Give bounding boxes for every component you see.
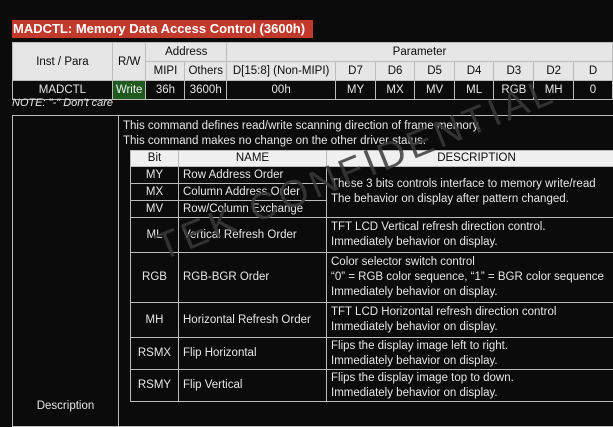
desc-col-header: DESCRIPTION [327,151,613,167]
bit-header-d7: D7 [336,62,376,81]
bit-header-d2: D2 [534,62,574,81]
mipi-header: MIPI [146,62,185,81]
desc-cell: Flips the display image left to right. I… [327,338,613,370]
desc-line: TFT LCD Vertical refresh direction contr… [331,220,613,235]
mipi-value: 36h [146,81,185,100]
desc-line: Immediately behavior on display. [331,235,613,250]
bit-header-d5: D5 [415,62,455,81]
desc-line: Immediately behavior on display. [331,285,613,300]
bit-header-d4: D4 [454,62,493,81]
intro-line-1: This command defines read/write scanning… [123,120,481,132]
bit-value-d4: ML [454,81,493,100]
bit-value-d2: MH [534,81,574,100]
desc-cell: TFT LCD Vertical refresh direction contr… [327,218,613,253]
desc-cell: Flips the display image top to down. Imm… [327,370,613,402]
name-col-header: NAME [179,151,327,167]
desc-line: Color selector switch control [331,255,613,270]
bit-cell: MV [131,201,179,218]
bit-header-d3: D3 [494,62,534,81]
desc-cell: TFT LCD Horizontal refresh direction con… [327,303,613,338]
bit-cell: MX [131,184,179,201]
desc-line: Flips the display image top to down. [331,371,613,386]
name-cell: Horizontal Refresh Order [179,303,327,338]
bit-cell: RGB [131,253,179,303]
others-header: Others [185,62,227,81]
address-header: Address [146,43,227,62]
bit-value-d3: RGB [494,81,534,100]
bit-cell: RSMX [131,338,179,370]
desc-line: Flips the display image left to right. [331,339,613,354]
description-label-cell: Description [13,116,119,426]
group-desc-cell: These 3 bits controls interface to memor… [327,167,613,218]
desc-line: “0” = RGB color sequence, “1” = BGR colo… [331,270,613,285]
description-label: Description [13,400,118,412]
name-cell: Vertical Refresh Order [179,218,327,253]
name-cell: RGB-BGR Order [179,253,327,303]
bit-header-d6: D6 [375,62,415,81]
desc-line: These 3 bits controls interface to memor… [331,177,613,192]
page-title: MADCTL: Memory Data Access Control (3600… [12,20,313,38]
parameter-header: Parameter [227,43,613,62]
bit-header-d1: D [573,62,612,81]
name-cell: Row Address Order [179,167,327,184]
name-cell: Flip Vertical [179,370,327,402]
bit-value-d1: 0 [573,81,612,100]
name-cell: Column Address Order [179,184,327,201]
bit-value-d6: MX [375,81,415,100]
d15-value: 00h [227,81,336,100]
bit-value-d7: MY [336,81,376,100]
bit-col-header: Bit [131,151,179,167]
bit-cell: MY [131,167,179,184]
desc-line: Immediately behavior on display. [331,320,613,335]
desc-line: TFT LCD Horizontal refresh direction con… [331,305,613,320]
parameter-table: Inst / Para R/W Address Parameter MIPI O… [12,42,613,100]
rw-header: R/W [112,43,146,81]
desc-cell: Color selector switch control “0” = RGB … [327,253,613,303]
inst-para-header: Inst / Para [13,43,113,81]
rw-value: Write [112,81,146,100]
bit-cell: ML [131,218,179,253]
others-value: 3600h [185,81,227,100]
d15-header: D[15:8] (Non-MIPI) [227,62,336,81]
desc-line: Immediately behavior on display. [331,354,613,369]
bit-description-table: Bit NAME DESCRIPTION MY Row Address Orde… [130,150,613,402]
bit-cell: RSMY [131,370,179,402]
desc-line: The behavior on display after pattern ch… [331,192,613,207]
intro-line-2: This command makes no change on the othe… [123,135,426,147]
bit-cell: MH [131,303,179,338]
bit-value-d5: MV [415,81,455,100]
name-cell: Flip Horizontal [179,338,327,370]
name-cell: Row/Column Exchange [179,201,327,218]
description-section: Description This command defines read/wr… [12,115,613,427]
dont-care-note: NOTE: "-" Don't care [12,97,113,109]
desc-line: Immediately behavior on display. [331,386,613,401]
